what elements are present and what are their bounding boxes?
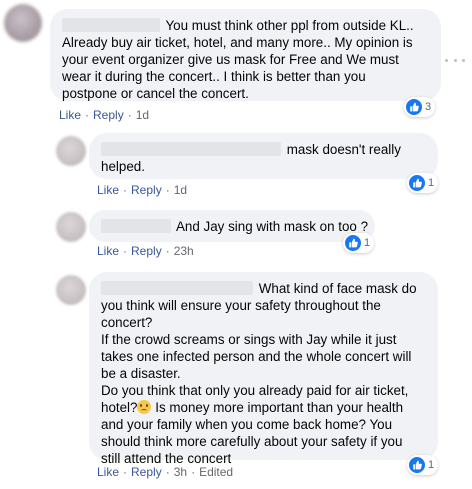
avatar[interactable] — [56, 136, 86, 166]
reaction-count[interactable]: 1 — [407, 455, 439, 475]
comment-text: helped. — [101, 159, 145, 174]
like-button[interactable]: Like — [97, 465, 119, 479]
timestamp[interactable]: 1d — [174, 183, 187, 197]
comment-text: You must think other ppl from outside KL… — [165, 18, 414, 33]
like-button[interactable]: Like — [97, 244, 119, 258]
reaction-number: 1 — [428, 459, 435, 471]
timestamp[interactable]: 23h — [174, 244, 194, 258]
comment-text: Do you think that only you already paid … — [101, 383, 409, 398]
comment-bubble: And Jay sing with mask on too ? — [89, 210, 375, 242]
comment-text: wear it during the concert.. I think is … — [62, 69, 366, 84]
sad-face-emoji — [137, 400, 152, 414]
reaction-count[interactable]: 1 — [343, 233, 375, 253]
like-button[interactable]: Like — [59, 108, 81, 122]
like-button[interactable]: Like — [97, 183, 119, 197]
comment-text: concert? — [101, 315, 153, 330]
comment-text: takes one infected person and the whole … — [101, 349, 412, 364]
comment-text: your event organizer give us mask for Fr… — [62, 52, 399, 67]
like-icon — [409, 175, 425, 191]
reaction-number: 1 — [428, 177, 435, 189]
timestamp[interactable]: 1d — [136, 108, 149, 122]
reaction-number: 1 — [364, 237, 371, 249]
comment-text: If the crowd screams or sings with Jay w… — [101, 332, 397, 347]
comment-text: mask doesn't really — [286, 142, 401, 157]
commenter-name[interactable] — [101, 281, 253, 295]
commenter-name[interactable] — [101, 142, 281, 156]
avatar[interactable] — [4, 4, 42, 42]
comment-actions: Like · Reply · 3h · Edited — [97, 465, 234, 479]
edited-label: Edited — [199, 465, 234, 479]
like-icon — [409, 457, 425, 473]
reply-button[interactable]: Reply — [131, 465, 162, 479]
reply-button[interactable]: Reply — [131, 183, 162, 197]
more-options-icon[interactable] — [445, 57, 465, 63]
comment-bubble: mask doesn't really helped. — [89, 133, 438, 179]
commenter-name[interactable] — [101, 219, 171, 233]
avatar[interactable] — [56, 275, 86, 305]
comment-text: and your family when you come back home?… — [101, 417, 393, 432]
comment-actions: Like · Reply · 23h — [97, 244, 194, 258]
comment-text: be a disaster. — [101, 366, 181, 381]
comment-text: should think more carefully about your s… — [101, 434, 403, 449]
comment-text: postpone or cancel the concert. — [62, 86, 249, 101]
comment-text: hotel? — [101, 400, 138, 415]
comment-bubble: You must think other ppl from outside KL… — [50, 9, 441, 101]
avatar[interactable] — [56, 212, 86, 242]
comment-actions: Like · Reply · 1d — [59, 108, 150, 122]
comment-text: Is money more important than your health — [155, 400, 404, 415]
reaction-count[interactable]: 1 — [407, 173, 439, 193]
comment-text: you think will ensure your safety throug… — [101, 298, 381, 313]
timestamp[interactable]: 3h — [174, 465, 187, 479]
comment-text: Already buy air ticket, hotel, and many … — [62, 35, 413, 50]
like-icon — [345, 235, 361, 251]
commenter-name[interactable] — [62, 18, 160, 32]
comment-text: And Jay sing with mask on too ? — [175, 219, 369, 234]
comment-bubble: What kind of face mask do you think will… — [89, 272, 438, 466]
comment-text: What kind of face mask do — [258, 281, 417, 296]
reply-button[interactable]: Reply — [131, 244, 162, 258]
comment-actions: Like · Reply · 1d — [97, 183, 188, 197]
like-icon — [406, 99, 422, 115]
reaction-number: 3 — [425, 101, 432, 113]
reaction-count[interactable]: 3 — [404, 97, 436, 117]
reply-button[interactable]: Reply — [93, 108, 124, 122]
